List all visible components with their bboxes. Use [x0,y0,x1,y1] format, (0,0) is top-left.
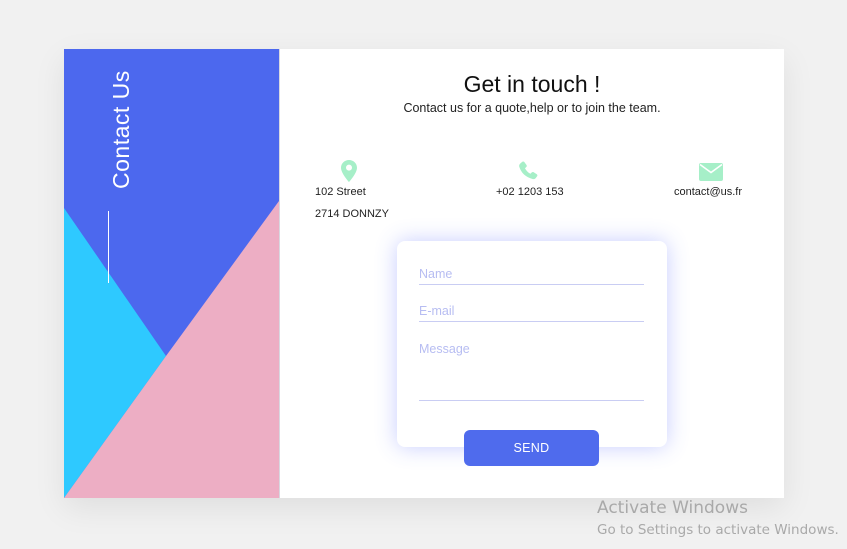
contact-form [397,241,667,447]
phone-info[interactable]: +02 1203 153 [494,160,584,200]
watermark-title: Activate Windows [597,498,748,518]
page-title: Get in touch ! [463,71,601,97]
geometric-background [64,49,279,498]
email-address[interactable]: contact@us.fr [674,186,742,198]
sidebar-title: Contact Us [108,70,134,189]
send-button[interactable]: SEND [464,430,599,466]
phone-number[interactable]: +02 1203 153 [496,186,564,198]
address-line-1: 102 Street [315,186,366,198]
envelope-icon [699,163,723,181]
address-line-2: 2714 DONNZY [315,208,389,220]
map-pin-icon [341,160,357,182]
message-input[interactable] [419,342,644,401]
email-info[interactable]: contact@us.fr [672,160,762,200]
address-info: 102 Street 2714 DONNZY [315,160,415,220]
watermark-subtitle: Go to Settings to activate Windows. [597,522,839,538]
decorative-side-panel: Contact Us [64,49,280,498]
windows-activation-watermark: Activate Windows Go to Settings to activ… [597,498,839,538]
sidebar-divider [108,211,109,283]
page-subtitle: Contact us for a quote,help or to join t… [403,101,661,115]
contact-card: Contact Us Get in touch ! Contact us for… [64,49,784,498]
phone-icon [519,161,538,180]
name-input[interactable] [419,264,644,285]
email-input[interactable] [419,301,644,322]
